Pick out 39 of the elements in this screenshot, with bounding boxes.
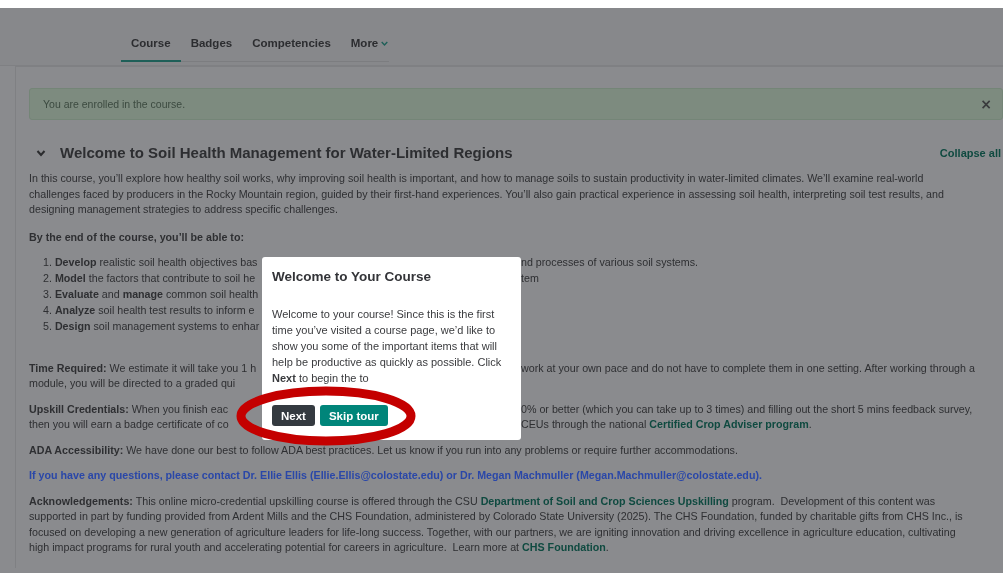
paragraph-text: then you will earn a badge certificate of co [29,417,229,433]
list-item: tem [521,270,539,286]
paragraph-text: work at your own pace and do not have to complete them in one setting. After working through a [521,360,975,376]
paragraph-text: designing management strategies to address specific challenges. [29,203,338,215]
list-item: 2. Model the factors that contribute to soil he [43,270,256,286]
close-button[interactable]: × [980,96,992,112]
course-link[interactable]: CHS Foundation [522,541,606,554]
collapse-all-link[interactable]: Collapse all [939,146,1001,159]
paragraph-text: challenges faced by producers in the Rocky Mountain region, guided by their first-hand experiences. You’ll also gain practical experience in assessing soil health, interpreting soil test results, and [29,187,944,200]
paragraph-text: CEUs through the national Certified Crop Adviser program. [521,417,812,433]
paragraph-text: supported in part by funding provided from Ardent Mills and the CHS Foundation, administered by Colorado State University (2025). The CHS Foundation, funded by charitable gifts from CHS Inc., is [29,510,963,523]
paragraph-text: Acknowledgements: This online micro-credential upskilling course is offered through the CSU Department of Soil and Crop Sciences Upskilling program. Development of this content was [29,494,936,507]
next-button[interactable]: Next [272,405,315,426]
dialog-text: Welcome to your course! Since this is the first time you’ve visited a course page, we’d like to show you some of the important items that will help be productive as quickly as possible. Click Next to begin the to [272,307,503,386]
nav-tab[interactable]: Competencies [242,35,341,62]
list-item: nd processes of various soil systems. [521,255,698,270]
paragraph-text: Upskill Credentials: When you finish eac [29,401,228,417]
alert-text: You are enrolled in the course. [43,98,186,110]
course-link[interactable]: Certified Crop Adviser program [649,418,809,431]
paragraph-text: focused on developing a new generation of agriculture leaders for life-long success. Together, with our partners, we are igniting innovation and driving excellence in agriculture education, cultivating [29,525,956,538]
dialog-title: Welcome to Your Course [272,269,433,284]
paragraph-text: In this course, you’ll explore how healthy soil works, why improving soil health is important, and how to manage soils to sustain productivity in water-limited climates. We’ll examine real-world [29,172,924,184]
paragraph-text: module, you will be directed to a graded qui [29,377,236,390]
menu-tab[interactable]: More [340,35,399,62]
contact-link[interactable]: If you have any questions, please contact Dr. Ellie Ellis (Ellie.Ellis@colostate.edu) or Dr. Megan Machmuller (Megan.Machmuller@colostate.edu). [29,469,762,482]
paragraph-text: 0% or better (which you can take up to 3 times) and filling out the short 5 mins feedback survey, [521,401,973,417]
paragraph-text: ADA Accessibility: We have done our best to follow ADA best practices. Let us know if you run into any problems or require further accommodations. [29,443,738,456]
course-link[interactable]: Department of Soil and Crop Sciences Upskilling [480,494,729,507]
paragraph-text: high impact programs for rural youth and accelerating potential for careers in agriculture. Learn more at CHS Foundation. [29,541,609,554]
list-item: 3. Evaluate and manage common soil health [43,287,259,300]
outcomes-heading: By the end of the course, you’ll be able to: [29,230,244,243]
skip-tour-button[interactable]: Skip tour [319,405,388,426]
paragraph-text: Time Required: We estimate it will take you 1 h [29,360,257,376]
list-item: 4. Analyze soil health test results to inform e [43,303,255,316]
list-item: 1. Develop realistic soil health objectives bas [43,255,258,270]
nav-tab[interactable]: Badges [180,35,243,62]
list-item: 5. Design soil management systems to enhar [43,319,260,332]
section-title: Welcome to Soil Health Management for Water-Limited Regions [60,144,513,161]
nav-tab[interactable]: Course [121,35,181,62]
